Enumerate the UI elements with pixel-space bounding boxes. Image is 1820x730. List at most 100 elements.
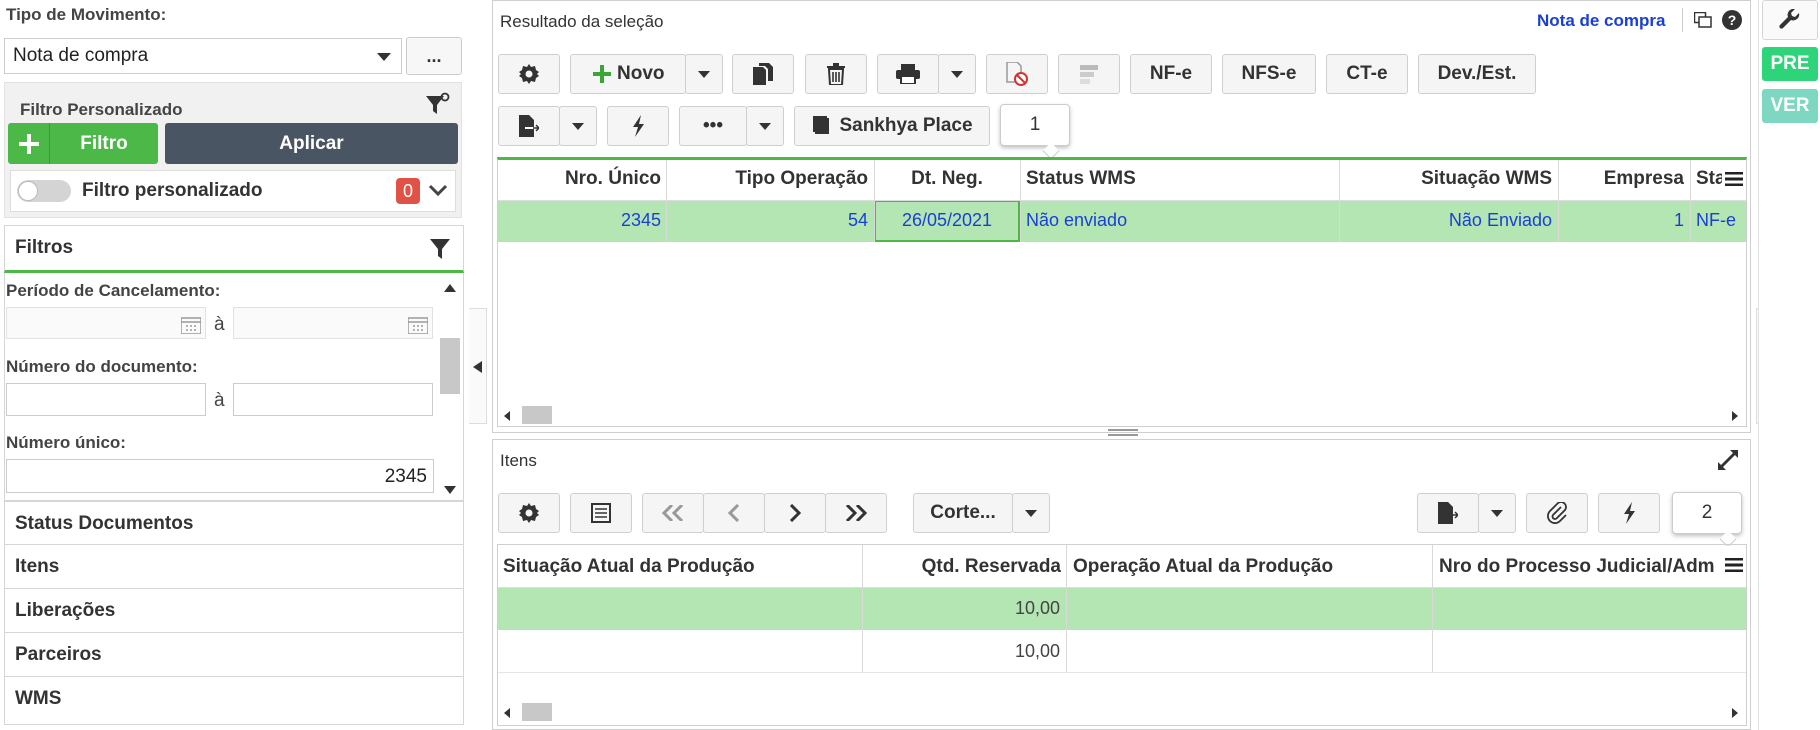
add-filter-button[interactable]: Filtro (8, 123, 158, 164)
numero-documento-start-input[interactable] (6, 383, 206, 416)
file-export-icon (519, 115, 539, 137)
itens-settings-button[interactable] (498, 493, 560, 533)
dev-est-button[interactable]: Dev./Est. (1418, 54, 1536, 94)
expand-icon[interactable] (1718, 450, 1738, 470)
numero-unico-input[interactable]: 2345 (6, 459, 434, 493)
stack-button[interactable] (1058, 54, 1120, 94)
cte-button[interactable]: CT-e (1326, 54, 1408, 94)
nota-de-compra-link[interactable]: Nota de compra (1537, 11, 1665, 31)
numero-documento-end-input[interactable] (233, 383, 433, 416)
periodo-start-input[interactable] (6, 307, 206, 339)
result-title: Resultado da seleção (500, 12, 664, 31)
cards-icon (811, 116, 833, 136)
ver-button[interactable]: VER (1762, 89, 1818, 123)
section-wms[interactable]: WMS (4, 677, 464, 725)
col-qtd-reservada[interactable]: Qtd. Reservada (862, 556, 1061, 578)
itens-actions-button[interactable] (1598, 493, 1660, 533)
panel-splitter[interactable] (1108, 429, 1138, 437)
cell-nro-unico[interactable]: 2345 (498, 210, 661, 231)
export-dropdown-button[interactable] (559, 106, 597, 146)
cell-qtd-reservada[interactable]: 10,00 (862, 641, 1060, 662)
cell-status-wms[interactable]: Não enviado (1026, 210, 1127, 231)
col-nro-processo-judicial[interactable]: Nro do Processo Judicial/Adm (1439, 556, 1721, 578)
apply-button[interactable]: Aplicar (165, 123, 458, 164)
print-button[interactable] (877, 54, 939, 94)
cell-qtd-reservada[interactable]: 10,00 (862, 598, 1060, 619)
export-button[interactable] (498, 106, 560, 146)
collapse-left-handle[interactable] (469, 308, 487, 424)
cell-empresa[interactable]: 1 (1558, 210, 1684, 231)
itens-row[interactable] (498, 630, 1746, 673)
col-nro-unico[interactable]: Nro. Único (498, 168, 661, 190)
scroll-right-icon[interactable] (1732, 708, 1738, 718)
scroll-right-icon[interactable] (1732, 411, 1738, 421)
result-scrollbar-thumb[interactable] (522, 406, 552, 424)
novo-dropdown-button[interactable] (685, 54, 723, 94)
nfse-button[interactable]: NFS-e (1222, 54, 1316, 94)
scroll-down-icon[interactable] (444, 486, 456, 494)
stack-icon (1078, 63, 1100, 85)
scroll-left-icon[interactable] (504, 708, 510, 718)
section-parceiros[interactable]: Parceiros (4, 633, 464, 677)
actions-button[interactable] (607, 106, 669, 146)
col-status-wms[interactable]: Status WMS (1026, 168, 1136, 190)
delete-button[interactable] (805, 54, 867, 94)
cancel-document-button[interactable] (986, 54, 1048, 94)
calendar-icon[interactable] (408, 316, 428, 334)
col-situacao-atual-producao[interactable]: Situação Atual da Produção (503, 556, 755, 578)
nfe-button[interactable]: NF-e (1130, 54, 1212, 94)
col-tipo-operacao[interactable]: Tipo Operação (666, 168, 868, 190)
last-page-button[interactable] (825, 493, 887, 533)
duplicate-button[interactable] (732, 54, 794, 94)
custom-filter-count-badge: 0 (396, 178, 420, 204)
settings-button[interactable] (498, 54, 560, 94)
lightning-icon (1622, 502, 1636, 524)
tipo-movimento-select[interactable]: Nota de compra (4, 38, 402, 74)
cell-situacao-wms[interactable]: Não Enviado (1339, 210, 1552, 231)
window-copy-icon[interactable] (1694, 12, 1712, 28)
attachment-button[interactable] (1526, 493, 1588, 533)
print-dropdown-button[interactable] (938, 54, 976, 94)
col-situacao-wms[interactable]: Situação WMS (1339, 168, 1552, 190)
col-sta[interactable]: Sta (1696, 168, 1724, 190)
calendar-icon[interactable] (181, 316, 201, 334)
itens-row-selected[interactable] (498, 587, 1746, 630)
filter-settings-icon[interactable] (424, 92, 450, 118)
tipo-movimento-more-button[interactable]: ... (406, 37, 462, 75)
itens-scrollbar-thumb[interactable] (522, 703, 552, 721)
column-menu-icon[interactable] (1722, 546, 1746, 584)
section-status-documentos[interactable]: Status Documentos (4, 501, 464, 545)
itens-export-dropdown-button[interactable] (1478, 493, 1516, 533)
periodo-end-input[interactable] (233, 307, 433, 339)
next-page-button[interactable] (764, 493, 826, 533)
pre-button[interactable]: PRE (1762, 47, 1818, 81)
more-options-button[interactable]: ••• (679, 106, 747, 146)
filters-scrollbar-thumb[interactable] (440, 338, 460, 394)
col-dt-neg[interactable]: Dt. Neg. (874, 168, 1020, 190)
scroll-up-icon[interactable] (444, 284, 456, 292)
novo-button[interactable]: Novo (570, 54, 686, 94)
tools-button[interactable] (1762, 0, 1818, 40)
corte-dropdown-button[interactable] (1012, 493, 1050, 533)
chevron-down-icon[interactable] (428, 184, 448, 198)
itens-detail-button[interactable] (570, 493, 632, 533)
col-operacao-atual-producao[interactable]: Operação Atual da Produção (1073, 556, 1333, 578)
corte-button[interactable]: Corte... (913, 493, 1013, 533)
section-liberacoes[interactable]: Liberações (4, 589, 464, 633)
first-page-button[interactable] (642, 493, 704, 533)
column-menu-icon[interactable] (1722, 160, 1746, 198)
itens-export-button[interactable] (1417, 493, 1479, 533)
col-empresa[interactable]: Empresa (1558, 168, 1684, 190)
cell-tipo-operacao[interactable]: 54 (666, 210, 868, 231)
filters-header: Filtros (4, 225, 464, 273)
previous-page-button[interactable] (703, 493, 765, 533)
custom-filter-toggle[interactable] (17, 180, 71, 202)
more-options-dropdown-button[interactable] (746, 106, 784, 146)
sankhya-place-button[interactable]: Sankhya Place (794, 106, 990, 146)
section-itens[interactable]: Itens (4, 545, 464, 589)
scroll-left-icon[interactable] (504, 411, 510, 421)
cell-dt-neg[interactable]: 26/05/2021 (874, 210, 1020, 231)
cell-sta[interactable]: NF-e (1696, 210, 1742, 231)
help-icon[interactable]: ? (1722, 10, 1742, 30)
periodo-cancelamento-label: Período de Cancelamento: (6, 281, 221, 300)
